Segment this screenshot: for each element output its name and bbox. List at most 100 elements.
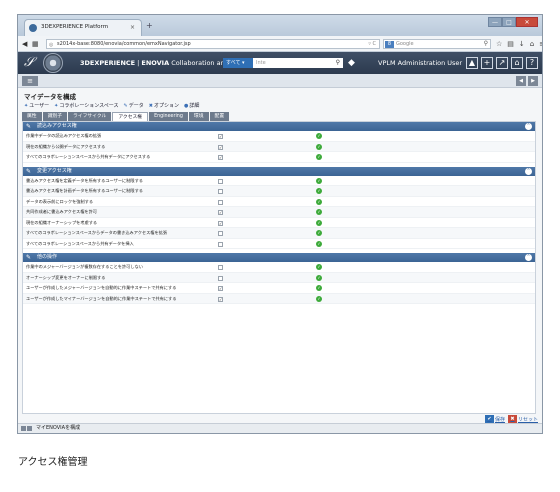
section-title: 読込みアクセス権 — [37, 123, 77, 129]
setting-checkbox[interactable] — [218, 178, 223, 184]
module-name: Collaboration an... — [171, 59, 231, 67]
setting-label: すべてのコラボレーションスペースから共有データにアクセスする — [26, 154, 151, 159]
back-arrow-icon[interactable]: ◀ — [22, 39, 27, 49]
collapse-icon[interactable]: ⌃ — [525, 167, 532, 175]
bookmarks-list-icon[interactable]: ▤ — [507, 39, 514, 49]
search-icon[interactable]: ⚲ — [336, 58, 340, 68]
subnav-item-options[interactable]: ✖オプション — [149, 102, 179, 109]
setting-checkbox[interactable] — [218, 241, 223, 247]
browser-toolbar-icons: ☆ ▤ ↓ ⌂ ≡ — [496, 39, 542, 49]
setting-row: 作業中のメジャーバージョンが複数存在することを許可しない ✓ — [23, 262, 535, 273]
browser-search-box[interactable]: 8 Google ⚲ — [383, 39, 491, 49]
setting-checkbox[interactable]: ✓ — [218, 296, 223, 302]
user-name[interactable]: VPLM Administration User — [378, 52, 462, 74]
section-header[interactable]: ✎ 読込みアクセス権 ⌃ — [23, 122, 535, 131]
status-bar: マイENOVIAを構成 — [18, 423, 542, 433]
subnav-item-data[interactable]: ✎データ — [124, 102, 144, 109]
add-icon[interactable]: + — [481, 57, 493, 69]
download-icon[interactable]: ↓ — [519, 39, 525, 49]
reload-icon[interactable]: ▿ C — [368, 40, 376, 48]
maximize-button[interactable]: □ — [502, 17, 516, 27]
setting-checkbox[interactable]: ✓ — [218, 155, 223, 160]
share-icon[interactable]: ↗ — [496, 57, 508, 69]
section-header[interactable]: ✎ 変更アクセス権 ⌃ — [23, 166, 535, 176]
tab-lifecycle[interactable]: ライフサイクル — [68, 112, 112, 121]
subnav-item-details[interactable]: ●詳細 — [184, 102, 199, 109]
section-rows: 作業中データの読込みアクセス権の拡張 ✓ ✓ 現在の組織から公開データにアクセスする ✓… — [23, 131, 535, 163]
tab-attributes[interactable]: 属性 — [22, 112, 42, 121]
collapse-icon[interactable]: ⌃ — [525, 123, 532, 130]
setting-checkbox[interactable]: ✓ — [218, 144, 223, 150]
help-icon[interactable]: ? — [526, 57, 538, 69]
tab-identifier[interactable]: 識別子 — [42, 112, 68, 121]
setting-checkbox[interactable] — [218, 199, 223, 205]
setting-row: ユーザーが作成したマイナーバージョンを自動的に作業中ステートで共有にする ✓ ✓ — [23, 293, 535, 304]
tab-placement[interactable]: 配置 — [209, 112, 230, 121]
close-window-button[interactable]: ✕ — [516, 17, 538, 27]
tab-title: 3DEXPERIENCE Platform — [41, 24, 109, 30]
header-icons: ▲ + ↗ ⌂ ? — [466, 57, 538, 69]
browser-tab[interactable]: 3DEXPERIENCE Platform × — [24, 19, 142, 36]
setting-checkbox[interactable] — [218, 189, 223, 194]
tab-environment[interactable]: 環境 — [188, 112, 209, 121]
next-arrow-icon[interactable]: ▶ — [528, 76, 538, 86]
setting-row: オーナーシップ変更をオーナーに制限する ✓ — [23, 272, 535, 283]
app-title: 3DEXPERIENCE | ENOVIA Collaboration an..… — [80, 59, 231, 67]
check-ok-icon: ✓ — [316, 240, 322, 247]
minimize-button[interactable]: — — [488, 17, 502, 27]
home-grid-icon[interactable]: ▦ — [32, 39, 39, 49]
setting-label: 書込みアクセス権を計画データを所有するユーザーに制限する — [26, 188, 143, 193]
subnav-item-collab-space[interactable]: ✦コラボレーションスペース — [54, 102, 118, 109]
check-ok-icon: ✓ — [316, 230, 322, 236]
panel-icon[interactable] — [27, 426, 32, 431]
tab-access-rights[interactable]: アクセス権 — [112, 112, 149, 121]
settings-tabs: 属性 識別子 ライフサイクル アクセス権 Engineering 環境 配置 — [22, 112, 230, 121]
section-header[interactable]: ✎ 他の操作 ⌃ — [23, 253, 535, 262]
new-tab-button[interactable]: + — [146, 21, 153, 31]
menu-icon[interactable]: ≡ — [539, 39, 542, 49]
setting-checkbox[interactable] — [218, 265, 223, 270]
setting-checkbox[interactable] — [218, 275, 223, 281]
tab-engineering[interactable]: Engineering — [149, 112, 188, 121]
figure-caption: アクセス権管理 — [18, 457, 88, 468]
setting-checkbox[interactable] — [218, 231, 223, 236]
subnav-item-users[interactable]: ✦ユーザー — [24, 102, 49, 109]
collab-space-icon: ✦ — [54, 103, 59, 109]
setting-label: 書込みアクセス権を定義データを所有するユーザーに制限する — [26, 177, 143, 183]
setting-checkbox[interactable]: ✓ — [218, 286, 223, 291]
panel-icon[interactable] — [21, 426, 26, 431]
setting-checkbox[interactable]: ✓ — [218, 210, 223, 215]
menu-toggle-icon[interactable]: ≡ — [22, 76, 38, 86]
check-ok-icon: ✓ — [316, 219, 322, 226]
section-edit-icon: ✎ — [26, 167, 32, 175]
subnav-label: データ — [128, 103, 144, 109]
setting-checkbox[interactable]: ✓ — [218, 134, 223, 139]
check-ok-icon: ✓ — [316, 188, 322, 194]
subnav-label: 詳細 — [189, 103, 200, 109]
url-bar[interactable]: ◎ s2014x-base:8080/enovia/common/emxNavi… — [46, 39, 380, 49]
check-ok-icon: ✓ — [316, 133, 322, 139]
tag-icon[interactable]: ◆ — [348, 57, 355, 69]
setting-row: データの表示前にロックを強制する ✓ — [23, 197, 535, 207]
collapse-icon[interactable]: ⌃ — [525, 254, 532, 261]
profile-icon[interactable]: ▲ — [466, 57, 478, 69]
status-label: マイENOVIAを構成 — [36, 425, 81, 431]
setting-checkbox[interactable]: ✓ — [218, 220, 223, 226]
app-search-input[interactable]: Inte ⚲ — [253, 58, 343, 68]
home-icon[interactable]: ⌂ — [530, 39, 534, 49]
home-icon[interactable]: ⌂ — [511, 57, 523, 69]
subnav-label: オプション — [153, 103, 179, 109]
search-icon[interactable]: ⚲ — [484, 40, 488, 48]
setting-label: 現在の組織オーナーシップを考慮する — [26, 219, 98, 225]
save-label: 保存 — [494, 417, 505, 423]
tab-close-icon[interactable]: × — [130, 20, 135, 35]
previous-arrow-icon[interactable]: ◀ — [516, 76, 526, 86]
bookmark-star-icon[interactable]: ☆ — [496, 39, 502, 49]
compass-icon[interactable] — [43, 53, 63, 73]
search-scope-dropdown[interactable]: すべて ▾ — [223, 58, 253, 68]
setting-row: 書込みアクセス権を定義データを所有するユーザーに制限する ✓ — [23, 176, 535, 186]
check-ok-icon: ✓ — [316, 264, 322, 270]
setting-label: すべてのコラボレーションスペースからデータの書き込みアクセス権を拡張 — [26, 230, 168, 235]
toolbar-strip: ≡ ◀ ▶ — [18, 74, 542, 88]
